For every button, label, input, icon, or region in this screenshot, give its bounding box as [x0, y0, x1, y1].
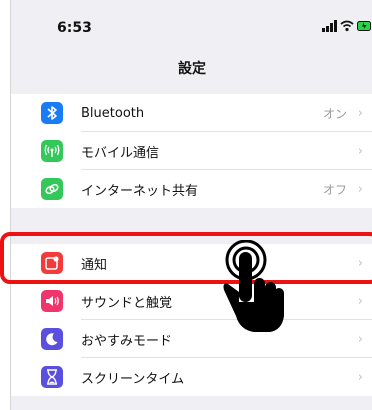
row-label: 通知	[81, 257, 108, 273]
chevron-right-icon: ›	[357, 255, 363, 271]
settings-row-screen-time[interactable]: スクリーンタイム ›	[11, 358, 372, 396]
notifications-group: 通知 › サウンドと触覚 › おやすみモード › スクリーンタイム ›	[11, 244, 372, 396]
page-title: 設定	[178, 61, 206, 77]
chevron-right-icon: ›	[357, 369, 363, 385]
notification-icon	[41, 252, 63, 274]
hourglass-icon	[41, 366, 63, 388]
settings-row-notifications[interactable]: 通知 ›	[11, 244, 372, 282]
link-icon	[41, 178, 63, 200]
row-label: サウンドと触覚	[81, 295, 173, 311]
battery-icon	[357, 21, 371, 31]
chevron-right-icon: ›	[357, 105, 363, 121]
moon-icon	[41, 328, 63, 350]
bluetooth-icon	[41, 102, 63, 124]
tap-hand-icon	[223, 240, 284, 332]
row-label: Bluetooth	[81, 105, 145, 121]
wifi-icon	[340, 20, 354, 32]
antenna-icon	[41, 140, 63, 162]
row-label: モバイル通信	[81, 145, 160, 161]
settings-row-bluetooth[interactable]: Bluetooth オン ›	[11, 94, 372, 132]
chevron-right-icon: ›	[357, 293, 363, 309]
row-label: インターネット共有	[81, 183, 199, 199]
settings-row-mobile-data[interactable]: モバイル通信 ›	[11, 132, 372, 170]
status-time: 6:53	[57, 20, 92, 36]
settings-row-sounds[interactable]: サウンドと触覚 ›	[11, 282, 372, 320]
status-icons	[322, 20, 372, 32]
row-value: オン	[322, 106, 347, 121]
chevron-right-icon: ›	[357, 331, 363, 347]
settings-row-do-not-disturb[interactable]: おやすみモード ›	[11, 320, 372, 358]
chevron-right-icon: ›	[357, 181, 363, 197]
settings-row-hotspot[interactable]: インターネット共有 オフ ›	[11, 170, 372, 208]
row-label: スクリーンタイム	[81, 371, 185, 387]
chevron-right-icon: ›	[357, 143, 363, 159]
row-label: おやすみモード	[81, 333, 173, 349]
settings-screen: 6:53 設定 Bluetooth オン › モバイル通信 › インターネット共…	[10, 0, 372, 410]
speaker-icon	[41, 290, 63, 312]
signal-icon	[322, 20, 337, 32]
row-value: オフ	[322, 182, 347, 197]
status-bar: 6:53	[11, 0, 372, 50]
connectivity-group: Bluetooth オン › モバイル通信 › インターネット共有 オフ ›	[11, 94, 372, 208]
